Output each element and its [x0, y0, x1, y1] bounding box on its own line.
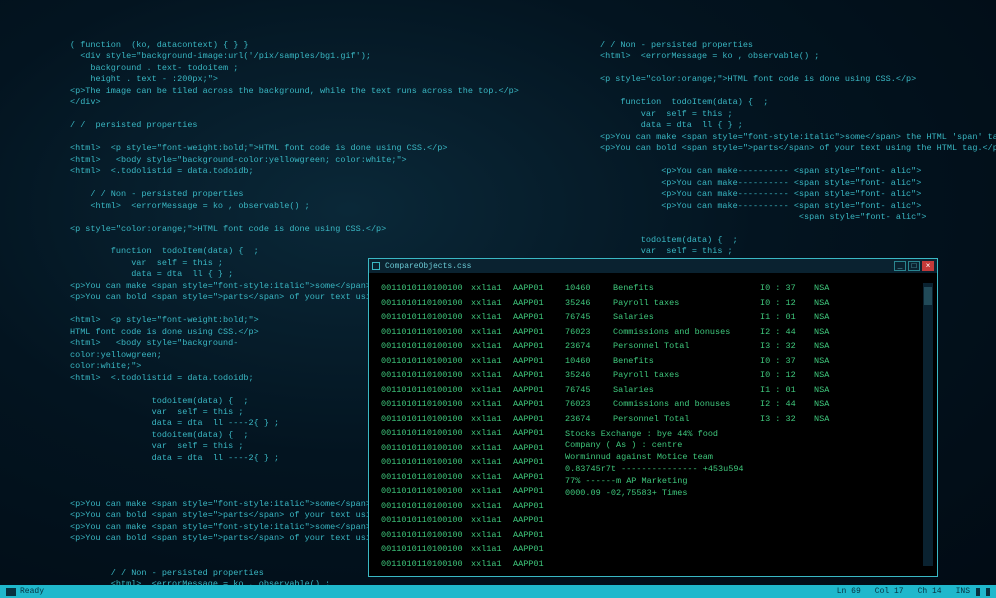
compare-objects-window: CompareObjects.css _ □ × 001101011010010… — [368, 258, 938, 577]
close-button[interactable]: × — [922, 261, 934, 271]
status-ins: INS — [956, 587, 970, 596]
status-bar: Ready Ln 69 Col 17 Ch 14 INS — [0, 585, 996, 598]
status-ready: Ready — [20, 587, 44, 596]
name-column: BenefitsPayroll taxesSalariesCommissions… — [613, 283, 748, 424]
window-body: 0011010110100100001101011010010000110101… — [369, 273, 937, 576]
minimize-button[interactable]: _ — [894, 261, 906, 271]
time-column: I0 : 37I0 : 12I1 : 01I2 : 44I3 : 32I0 : … — [760, 283, 802, 424]
code-column: 1046035246767457602323674104603524676745… — [565, 283, 601, 424]
status-pill2 — [986, 588, 990, 596]
scroll-thumb[interactable] — [924, 287, 932, 305]
window-titlebar[interactable]: CompareObjects.css _ □ × — [369, 259, 937, 273]
status-icon — [6, 588, 16, 596]
notes-block: Stocks Exchange : bye 44% foodCompany ( … — [565, 429, 846, 500]
tag-column: NSANSANSANSANSANSANSANSANSANSA — [814, 283, 846, 424]
status-ln: Ln 69 — [837, 587, 861, 596]
status-ch: Ch 14 — [918, 587, 942, 596]
scrollbar[interactable] — [923, 283, 933, 566]
window-icon — [372, 262, 380, 270]
maximize-button[interactable]: □ — [908, 261, 920, 271]
xx-column: xxl1a1xxl1a1xxl1a1xxl1a1xxl1a1xxl1a1xxl1… — [471, 283, 501, 566]
window-title: CompareObjects.css — [385, 262, 471, 271]
background-code-right: / / Non - persisted properties <html> <e… — [600, 40, 960, 269]
status-pill — [976, 588, 980, 596]
binary-column: 0011010110100100001101011010010000110101… — [381, 283, 459, 566]
status-col: Col 17 — [875, 587, 904, 596]
app-column: AAPP01AAPP01AAPP01AAPP01AAPP01AAPP01AAPP… — [513, 283, 553, 566]
